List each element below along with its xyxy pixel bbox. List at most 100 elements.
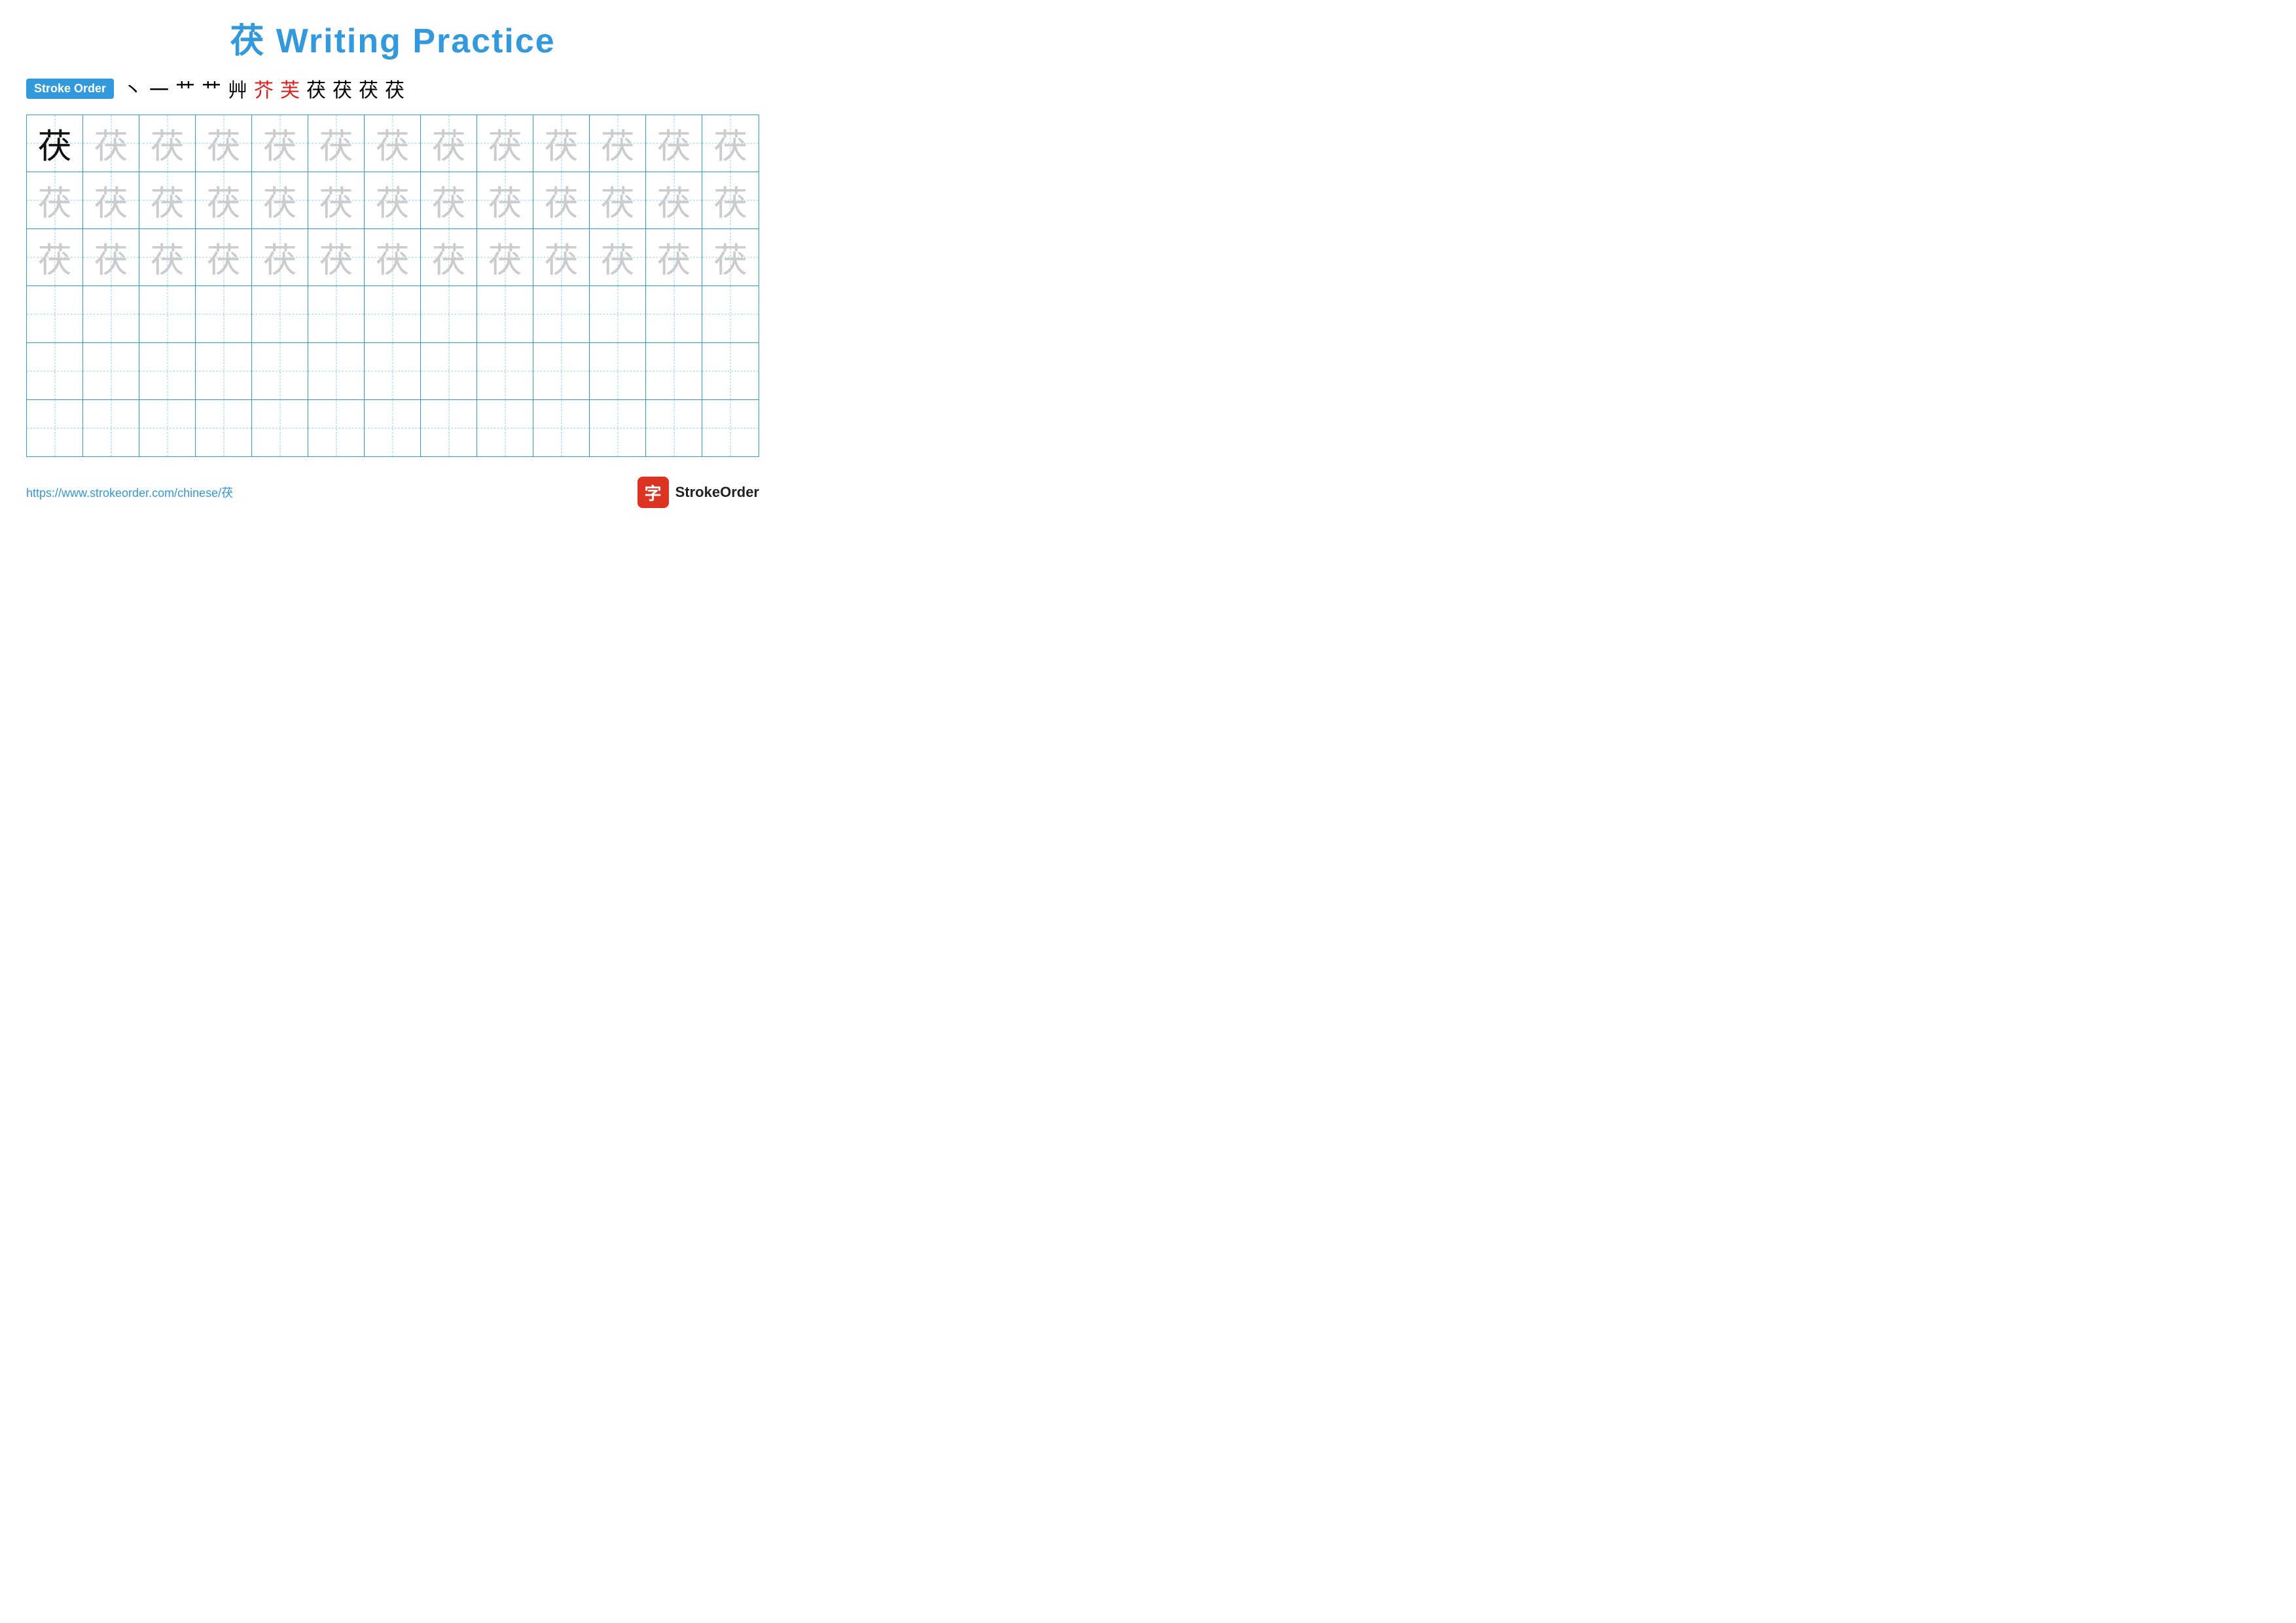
grid-cell: 茯 bbox=[196, 115, 252, 172]
grid-cell bbox=[27, 286, 83, 342]
grid-cell: 茯 bbox=[646, 229, 702, 285]
grid-cell bbox=[252, 343, 308, 399]
stroke-char: 丶 bbox=[123, 74, 143, 103]
grid-cell: 茯 bbox=[477, 172, 533, 228]
cell-character: 茯 bbox=[150, 119, 184, 168]
footer: https://www.strokeorder.com/chinese/茯 字 … bbox=[26, 477, 759, 508]
grid-cell bbox=[365, 343, 421, 399]
cell-character: 茯 bbox=[37, 176, 71, 225]
cell-character: 茯 bbox=[319, 119, 353, 168]
grid-cell bbox=[252, 286, 308, 342]
grid-cell: 茯 bbox=[421, 172, 477, 228]
cell-character: 茯 bbox=[319, 233, 353, 282]
stroke-char: 茯 bbox=[385, 74, 404, 103]
stroke-char: 一 bbox=[149, 74, 169, 103]
grid-row: 茯茯茯茯茯茯茯茯茯茯茯茯茯 bbox=[27, 172, 759, 229]
grid-cell: 茯 bbox=[139, 115, 196, 172]
grid-cell: 茯 bbox=[308, 229, 365, 285]
grid-cell bbox=[365, 400, 421, 456]
grid-cell: 茯 bbox=[477, 229, 533, 285]
grid-cell bbox=[83, 400, 139, 456]
grid-cell bbox=[646, 343, 702, 399]
grid-cell bbox=[702, 286, 759, 342]
cell-character: 茯 bbox=[544, 233, 578, 282]
footer-url[interactable]: https://www.strokeorder.com/chinese/茯 bbox=[26, 484, 233, 501]
cell-character: 茯 bbox=[656, 233, 691, 282]
cell-character: 茯 bbox=[262, 233, 296, 282]
grid-row bbox=[27, 286, 759, 343]
stroke-char: 艹 bbox=[202, 74, 221, 103]
cell-character: 茯 bbox=[37, 119, 71, 168]
grid-cell: 茯 bbox=[477, 115, 533, 172]
cell-character: 茯 bbox=[206, 119, 240, 168]
grid-cell bbox=[83, 286, 139, 342]
cell-character: 茯 bbox=[713, 119, 747, 168]
cell-character: 茯 bbox=[37, 233, 71, 282]
grid-cell bbox=[252, 400, 308, 456]
cell-character: 茯 bbox=[488, 176, 522, 225]
cell-character: 茯 bbox=[94, 233, 128, 282]
grid-cell: 茯 bbox=[646, 115, 702, 172]
grid-cell bbox=[590, 400, 646, 456]
cell-character: 茯 bbox=[262, 119, 296, 168]
grid-cell bbox=[646, 286, 702, 342]
grid-cell: 茯 bbox=[139, 172, 196, 228]
stroke-chars-container: 丶一⺾艹艸芥芙茯茯茯茯 bbox=[123, 74, 404, 103]
grid-cell bbox=[196, 286, 252, 342]
cell-character: 茯 bbox=[431, 119, 465, 168]
grid-cell: 茯 bbox=[365, 115, 421, 172]
cell-character: 茯 bbox=[319, 176, 353, 225]
cell-character: 茯 bbox=[375, 119, 409, 168]
cell-character: 茯 bbox=[94, 119, 128, 168]
grid-cell bbox=[477, 343, 533, 399]
grid-cell: 茯 bbox=[533, 115, 590, 172]
grid-cell bbox=[139, 286, 196, 342]
cell-character: 茯 bbox=[656, 119, 691, 168]
grid-cell: 茯 bbox=[252, 229, 308, 285]
cell-character: 茯 bbox=[206, 176, 240, 225]
grid-cell bbox=[590, 343, 646, 399]
grid-cell: 茯 bbox=[533, 172, 590, 228]
grid-cell bbox=[533, 400, 590, 456]
cell-character: 茯 bbox=[94, 176, 128, 225]
cell-character: 茯 bbox=[488, 233, 522, 282]
grid-cell bbox=[477, 400, 533, 456]
grid-row: 茯茯茯茯茯茯茯茯茯茯茯茯茯 bbox=[27, 115, 759, 172]
stroke-char: 茯 bbox=[359, 74, 378, 103]
grid-cell: 茯 bbox=[27, 172, 83, 228]
logo-text: StrokeOrder bbox=[675, 484, 759, 501]
grid-cell: 茯 bbox=[702, 115, 759, 172]
grid-cell bbox=[421, 400, 477, 456]
cell-character: 茯 bbox=[544, 119, 578, 168]
stroke-char: 艸 bbox=[228, 74, 247, 103]
stroke-order-row: Stroke Order 丶一⺾艹艸芥芙茯茯茯茯 bbox=[26, 74, 759, 103]
grid-cell: 茯 bbox=[83, 115, 139, 172]
stroke-char: 芥 bbox=[254, 74, 274, 103]
grid-cell: 茯 bbox=[590, 172, 646, 228]
grid-cell bbox=[590, 286, 646, 342]
grid-cell: 茯 bbox=[365, 229, 421, 285]
footer-logo: 字 StrokeOrder bbox=[637, 477, 759, 508]
grid-cell: 茯 bbox=[83, 172, 139, 228]
cell-character: 茯 bbox=[150, 176, 184, 225]
grid-cell: 茯 bbox=[196, 229, 252, 285]
cell-character: 茯 bbox=[262, 176, 296, 225]
stroke-char: 茯 bbox=[306, 74, 326, 103]
cell-character: 茯 bbox=[431, 233, 465, 282]
grid-cell bbox=[365, 286, 421, 342]
grid-cell: 茯 bbox=[308, 172, 365, 228]
cell-character: 茯 bbox=[713, 233, 747, 282]
grid-cell bbox=[533, 286, 590, 342]
grid-cell: 茯 bbox=[702, 229, 759, 285]
grid-cell: 茯 bbox=[421, 229, 477, 285]
grid-cell bbox=[646, 400, 702, 456]
grid-cell: 茯 bbox=[533, 229, 590, 285]
grid-cell bbox=[421, 343, 477, 399]
cell-character: 茯 bbox=[544, 176, 578, 225]
grid-cell: 茯 bbox=[590, 115, 646, 172]
cell-character: 茯 bbox=[600, 233, 634, 282]
cell-character: 茯 bbox=[488, 119, 522, 168]
grid-cell bbox=[421, 286, 477, 342]
stroke-char: ⺾ bbox=[175, 74, 195, 103]
cell-character: 茯 bbox=[375, 233, 409, 282]
